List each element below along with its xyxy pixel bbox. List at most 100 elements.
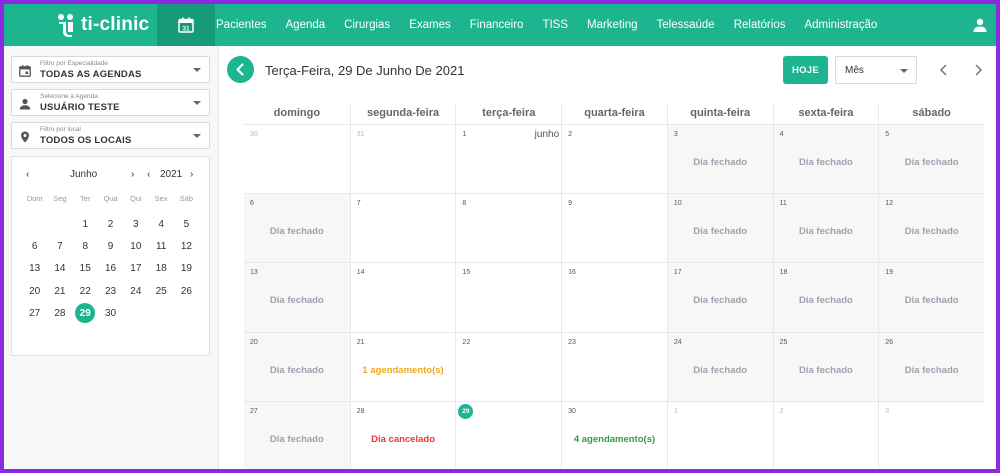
- calendar-day-cell[interactable]: 20 Dia fechado: [244, 332, 350, 402]
- nav-financeiro[interactable]: Financeiro: [470, 19, 524, 31]
- back-button[interactable]: [227, 56, 254, 83]
- day-number: 2: [568, 131, 573, 138]
- mini-calendar-day[interactable]: 18: [148, 258, 173, 280]
- calendar-day-cell[interactable]: 24 Dia fechado: [666, 332, 773, 402]
- calendar-day-cell[interactable]: 14: [349, 263, 456, 333]
- nav-exames[interactable]: Exames: [409, 19, 451, 31]
- calendar-day-cell[interactable]: 2: [772, 401, 879, 469]
- specialty-filter-select[interactable]: Filtro por Especialidade TODAS AS AGENDA…: [11, 56, 210, 83]
- prev-month-button[interactable]: ‹: [26, 169, 29, 180]
- calendar-day-cell[interactable]: 26 Dia fechado: [878, 332, 984, 402]
- calendar-day-cell[interactable]: 23: [561, 332, 667, 402]
- mini-calendar-day[interactable]: 20: [22, 280, 47, 302]
- mini-calendar-day[interactable]: 2: [98, 213, 123, 235]
- calendar-day-cell[interactable]: 6 Dia fechado: [244, 194, 350, 264]
- mini-calendar-day[interactable]: 7: [47, 235, 72, 257]
- nav-relatorios[interactable]: Relatórios: [734, 19, 786, 31]
- next-period-button[interactable]: [971, 62, 985, 78]
- mini-calendar-year[interactable]: 2021: [160, 169, 182, 180]
- calendar-day-cell[interactable]: 3: [878, 401, 984, 469]
- mini-calendar-day[interactable]: 23: [98, 280, 123, 302]
- nav-cirurgias[interactable]: Cirurgias: [344, 19, 390, 31]
- mini-calendar-day[interactable]: 14: [47, 258, 72, 280]
- mini-calendar-day[interactable]: 15: [73, 258, 98, 280]
- calendar-day-cell[interactable]: 27 Dia fechado: [244, 401, 350, 469]
- calendar-day-cell[interactable]: 12 Dia fechado: [878, 194, 984, 264]
- mini-calendar-day[interactable]: 24: [123, 280, 148, 302]
- main-menu: Pacientes Agenda Cirurgias Exames Financ…: [216, 4, 896, 46]
- mini-calendar-day[interactable]: 1: [73, 213, 98, 235]
- calendar-day-cell[interactable]: 4 Dia fechado: [772, 125, 879, 195]
- calendar-day-cell[interactable]: 16: [561, 263, 667, 333]
- mini-calendar-day[interactable]: 10: [123, 235, 148, 257]
- calendar-day-cell[interactable]: 21 1 agendamento(s): [349, 332, 456, 402]
- calendar-day-cell[interactable]: 31: [349, 125, 456, 195]
- calendar-day-cell[interactable]: 9: [561, 194, 667, 264]
- nav-marketing[interactable]: Marketing: [587, 19, 638, 31]
- mini-calendar-day[interactable]: 6: [22, 235, 47, 257]
- calendar-day-cell[interactable]: 19 Dia fechado: [878, 263, 984, 333]
- calendar-day-cell[interactable]: 3 Dia fechado: [666, 125, 773, 195]
- mini-calendar-day[interactable]: 29: [73, 302, 98, 324]
- mini-calendar-day[interactable]: 25: [148, 280, 173, 302]
- mini-calendar-day[interactable]: 9: [98, 235, 123, 257]
- mini-calendar-day[interactable]: 26: [174, 280, 199, 302]
- calendar-day-cell[interactable]: 8: [455, 194, 562, 264]
- mini-calendar-day[interactable]: 19: [174, 258, 199, 280]
- today-button[interactable]: HOJE: [783, 56, 828, 84]
- calendar-day-cell[interactable]: 1 junho: [455, 125, 562, 195]
- location-filter-select[interactable]: Filtro por local TODOS OS LOCAIS: [11, 122, 210, 149]
- appointment-count-link[interactable]: 4 agendamento(s): [562, 434, 667, 445]
- appointment-count-link[interactable]: 1 agendamento(s): [351, 365, 456, 376]
- calendar-icon: [19, 64, 31, 77]
- mini-calendar-day[interactable]: 22: [73, 280, 98, 302]
- calendar-day-cell[interactable]: 13 Dia fechado: [244, 263, 350, 333]
- calendar-day-cell[interactable]: 11 Dia fechado: [772, 194, 879, 264]
- calendar-tab[interactable]: 31: [157, 4, 215, 46]
- mini-calendar-day[interactable]: 16: [98, 258, 123, 280]
- calendar-day-cell[interactable]: 22: [455, 332, 562, 402]
- calendar-day-cell[interactable]: 18 Dia fechado: [772, 263, 879, 333]
- agenda-select[interactable]: Selecione a Agenda USUÁRIO TESTE: [11, 89, 210, 116]
- nav-agenda[interactable]: Agenda: [286, 19, 326, 31]
- mini-calendar-day[interactable]: 5: [174, 213, 199, 235]
- brand-logo[interactable]: ti-clinic: [56, 12, 149, 38]
- calendar-day-cell[interactable]: 17 Dia fechado: [666, 263, 773, 333]
- mini-calendar-weekday: Qui: [130, 194, 142, 203]
- next-month-button[interactable]: ›: [131, 169, 134, 180]
- nav-administracao[interactable]: Administração: [804, 19, 877, 31]
- calendar-day-cell[interactable]: 2: [561, 125, 667, 195]
- calendar-day-cell[interactable]: 25 Dia fechado: [772, 332, 879, 402]
- mini-calendar-day[interactable]: 12: [174, 235, 199, 257]
- calendar-day-cell[interactable]: 30: [244, 125, 350, 195]
- nav-pacientes[interactable]: Pacientes: [216, 19, 267, 31]
- calendar-day-cell[interactable]: 7: [349, 194, 456, 264]
- mini-calendar-day[interactable]: 11: [148, 235, 173, 257]
- mini-calendar-day[interactable]: 3: [123, 213, 148, 235]
- prev-year-button[interactable]: ‹: [147, 169, 150, 180]
- mini-calendar-day[interactable]: 28: [47, 302, 72, 324]
- mini-calendar-day[interactable]: 30: [98, 302, 123, 324]
- calendar-day-cell[interactable]: 1: [666, 401, 773, 469]
- mini-calendar-month[interactable]: Junho: [70, 169, 97, 180]
- calendar-day-cell[interactable]: 15: [455, 263, 562, 333]
- mini-calendar-day[interactable]: 21: [47, 280, 72, 302]
- next-year-button[interactable]: ›: [190, 169, 193, 180]
- calendar-day-cell[interactable]: 30 4 agendamento(s): [561, 401, 667, 469]
- calendar-day-cell[interactable]: 5 Dia fechado: [878, 125, 984, 195]
- mini-calendar-weekday: Sáb: [179, 194, 194, 203]
- user-account-icon[interactable]: [972, 17, 988, 33]
- mini-calendar-day[interactable]: 4: [148, 213, 173, 235]
- nav-tiss[interactable]: TISS: [542, 19, 568, 31]
- previous-period-button[interactable]: [937, 62, 951, 78]
- calendar-day-cell[interactable]: 28 Dia cancelado: [349, 401, 456, 469]
- mini-calendar-day[interactable]: 13: [22, 258, 47, 280]
- mini-calendar-day[interactable]: 8: [73, 235, 98, 257]
- mini-calendar-day[interactable]: 27: [22, 302, 47, 324]
- view-mode-select[interactable]: Mês: [835, 56, 917, 84]
- mini-calendar-day[interactable]: 17: [123, 258, 148, 280]
- day-number: 4: [779, 131, 784, 138]
- calendar-day-cell[interactable]: 10 Dia fechado: [666, 194, 773, 264]
- nav-telessaude[interactable]: Telessaúde: [657, 19, 715, 31]
- calendar-day-cell[interactable]: 29: [455, 401, 561, 469]
